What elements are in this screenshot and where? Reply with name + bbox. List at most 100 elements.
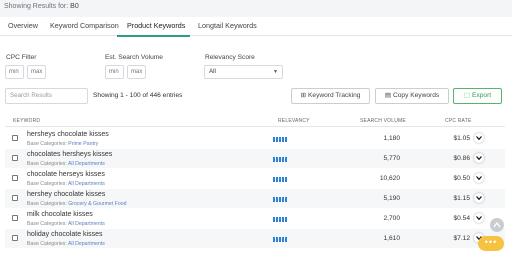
base-categories: Base Categories: All Departments <box>27 161 105 167</box>
showing-prefix: Showing Results for: <box>4 3 69 10</box>
expand-row-button[interactable] <box>474 133 484 143</box>
relevancy-bar-segment <box>285 137 287 142</box>
cpc-rate-value: $1.15 <box>453 195 470 202</box>
volume-min-input[interactable] <box>105 65 124 79</box>
category-link[interactable]: All Departments <box>68 241 105 247</box>
relevancy-bars <box>273 177 287 182</box>
tab-overview[interactable]: Overview <box>8 21 38 30</box>
base-categories-label: Base Categories: <box>27 161 67 167</box>
tab-bar: Overview Keyword Comparison Product Keyw… <box>0 17 512 36</box>
tab-keyword-comparison[interactable]: Keyword Comparison <box>50 21 119 30</box>
category-link[interactable]: All Departments <box>68 221 105 227</box>
relevancy-bar-segment <box>276 217 278 222</box>
relevancy-bar-segment <box>279 197 281 202</box>
relevancy-bar-segment <box>282 217 284 222</box>
keyword-tracking-label: Keyword Tracking <box>308 92 361 99</box>
copy-icon: ▤ <box>384 92 391 99</box>
relevancy-bar-segment <box>276 137 278 142</box>
keyword-text: milk chocolate kisses <box>27 211 93 218</box>
row-checkbox[interactable] <box>12 195 18 201</box>
relevancy-bars <box>273 157 287 162</box>
relevancy-bar-segment <box>282 137 284 142</box>
relevancy-bar-segment <box>273 177 275 182</box>
row-checkbox[interactable] <box>12 175 18 181</box>
relevancy-bar-segment <box>285 197 287 202</box>
category-link[interactable]: All Departments <box>68 181 105 187</box>
base-categories: Base Categories: Prime Pantry <box>27 141 98 147</box>
caret-down-icon: ▼ <box>273 69 278 75</box>
volume-max-input[interactable] <box>127 65 146 79</box>
relevancy-bar-segment <box>273 217 275 222</box>
chat-dots-icon: ••• <box>484 237 498 247</box>
base-categories-label: Base Categories: <box>27 241 67 247</box>
base-categories-label: Base Categories: <box>27 141 67 147</box>
relevancy-bars <box>273 237 287 242</box>
relevancy-bar-segment <box>279 217 281 222</box>
row-checkbox[interactable] <box>12 135 18 141</box>
row-checkbox[interactable] <box>12 235 18 241</box>
keyword-text: holiday chocolate kisses <box>27 231 103 238</box>
search-volume-value: 1,610 <box>383 235 400 242</box>
search-volume-value: 2,700 <box>383 215 400 222</box>
expand-row-button[interactable] <box>474 213 484 223</box>
relevancy-bar-segment <box>285 177 287 182</box>
header-search-volume[interactable]: SEARCH VOLUME <box>360 118 406 124</box>
search-results-input[interactable]: Search Results <box>5 88 88 104</box>
cpc-rate-value: $7.12 <box>453 235 470 242</box>
table-header: KEYWORD RELEVANCY SEARCH VOLUME CPC RATE <box>5 115 505 127</box>
cpc-filter-label: CPC Filter <box>6 54 37 61</box>
asin-value: B0 <box>70 3 79 10</box>
relevancy-bar-segment <box>276 197 278 202</box>
copy-keywords-button[interactable]: ▤ Copy Keywords <box>375 88 449 104</box>
search-volume-value: 5,770 <box>383 155 400 162</box>
row-checkbox[interactable] <box>12 155 18 161</box>
chevron-up-icon <box>493 221 501 228</box>
relevancy-bar-segment <box>279 157 281 162</box>
row-checkbox[interactable] <box>12 215 18 221</box>
header-keyword[interactable]: KEYWORD <box>13 118 40 124</box>
relevancy-bar-segment <box>273 197 275 202</box>
chevron-down-icon <box>476 216 482 220</box>
copy-keywords-label: Copy Keywords <box>392 92 440 99</box>
relevancy-bar-segment <box>285 237 287 242</box>
export-label: Export <box>472 92 492 99</box>
relevancy-bar-segment <box>282 197 284 202</box>
relevancy-select[interactable]: All ▼ <box>204 65 283 79</box>
table-row: hersheys chocolate kisses Base Categories… <box>5 129 505 148</box>
relevancy-bar-segment <box>282 157 284 162</box>
relevancy-bar-segment <box>273 157 275 162</box>
chevron-down-icon <box>476 176 482 180</box>
plus-square-icon: ⊞ <box>300 92 307 99</box>
keyword-text: chocolate herseys kisses <box>27 171 105 178</box>
category-link[interactable]: Prime Pantry <box>68 141 98 147</box>
chevron-down-icon <box>476 196 482 200</box>
relevancy-bar-segment <box>276 177 278 182</box>
keyword-tracking-button[interactable]: ⊞ Keyword Tracking <box>291 88 370 104</box>
relevancy-bar-segment <box>273 237 275 242</box>
expand-row-button[interactable] <box>474 193 484 203</box>
scroll-to-top-button[interactable] <box>490 218 504 232</box>
base-categories: Base Categories: All Departments <box>27 241 105 247</box>
relevancy-bars <box>273 137 287 142</box>
tab-longtail-keywords[interactable]: Longtail Keywords <box>198 21 257 30</box>
export-button[interactable]: ⬚ Export <box>453 88 502 104</box>
expand-row-button[interactable] <box>474 153 484 163</box>
table-row: milk chocolate kisses Base Categories: Al… <box>5 209 505 228</box>
results-header-bar: Showing Results for: B0 <box>0 0 512 17</box>
export-icon: ⬚ <box>463 92 471 99</box>
expand-row-button[interactable] <box>474 173 484 183</box>
relevancy-bar-segment <box>282 177 284 182</box>
relevancy-score-label: Relevancy Score <box>205 54 255 61</box>
category-link[interactable]: All Departments <box>68 161 105 167</box>
cpc-min-input[interactable] <box>5 65 24 79</box>
search-volume-value: 10,620 <box>379 175 400 182</box>
relevancy-bar-segment <box>279 177 281 182</box>
category-link[interactable]: Grocery & Gourmet Food <box>68 201 126 207</box>
base-categories-label: Base Categories: <box>27 181 67 187</box>
base-categories: Base Categories: Grocery & Gourmet Food <box>27 201 127 207</box>
cpc-max-input[interactable] <box>27 65 46 79</box>
chat-button[interactable]: ••• <box>478 236 504 251</box>
header-relevancy[interactable]: RELEVANCY <box>278 118 310 124</box>
tab-product-keywords[interactable]: Product Keywords <box>127 21 185 30</box>
header-cpc-rate[interactable]: CPC RATE <box>445 118 472 124</box>
